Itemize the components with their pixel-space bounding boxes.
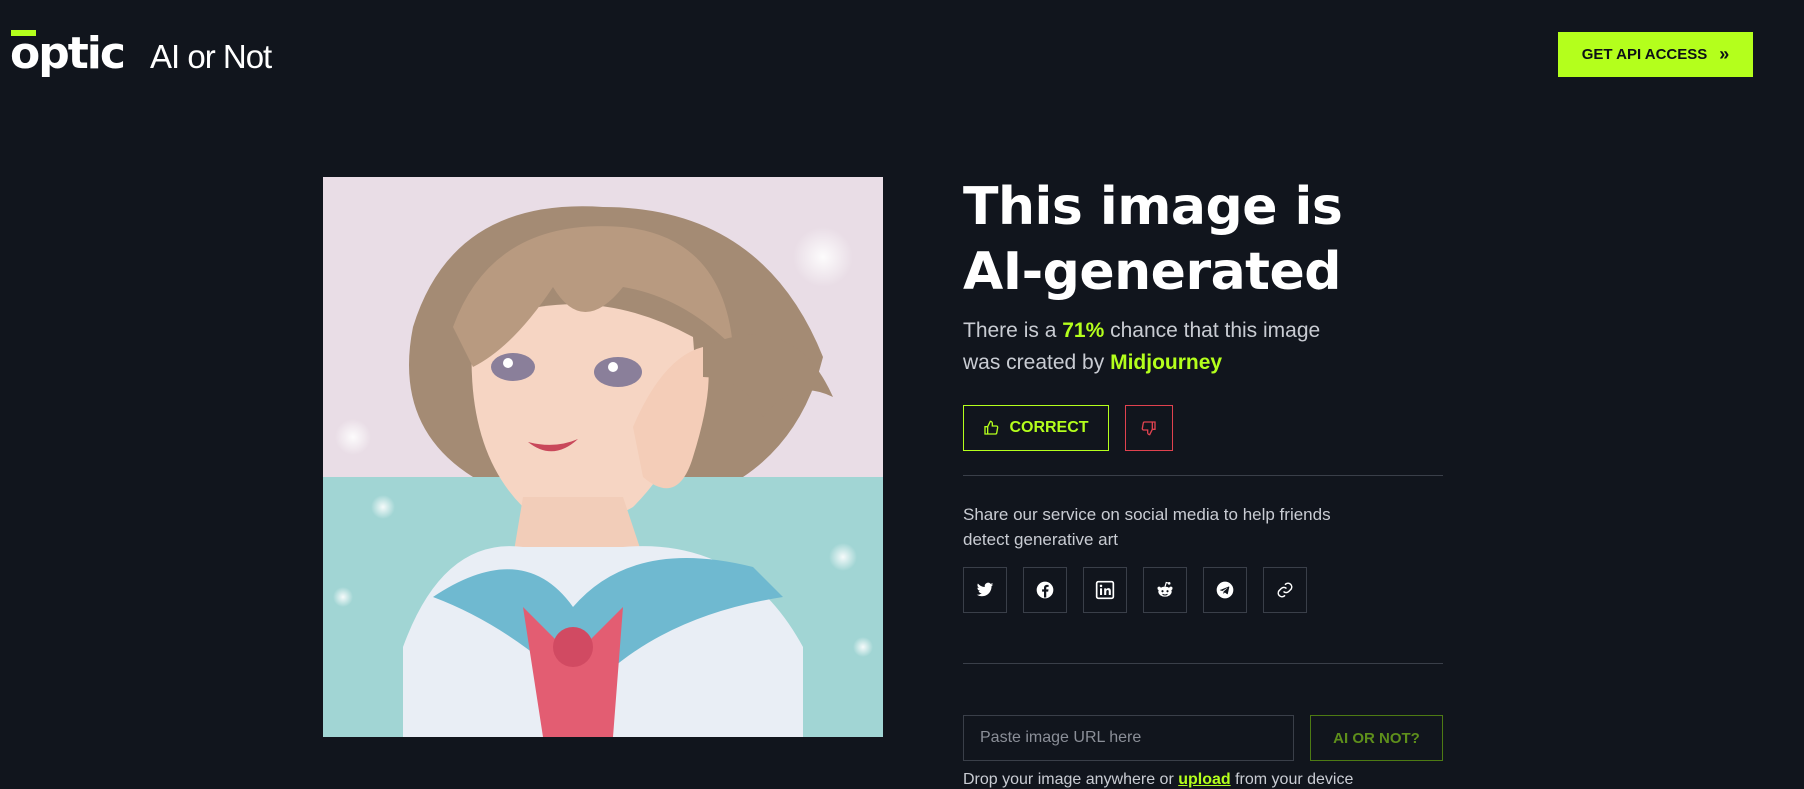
url-check-form: AI OR NOT? [963,715,1443,761]
generator-name: Midjourney [1110,351,1223,374]
image-url-input[interactable] [963,715,1294,761]
ai-percentage: 71% [1062,319,1105,342]
analyzed-image [323,177,883,737]
social-share-buttons [963,567,1443,613]
divider [963,663,1443,664]
telegram-icon [1216,581,1234,599]
thumbs-down-icon [1141,421,1156,436]
correct-button[interactable]: CORRECT [963,405,1109,451]
logo-text: optic [10,28,126,79]
share-reddit-button[interactable] [1143,567,1187,613]
correct-button-label: CORRECT [1009,419,1089,436]
logo[interactable]: optic AI or Not [10,30,272,78]
facebook-icon [1036,581,1054,599]
optic-logo: optic [10,30,127,78]
feedback-buttons: CORRECT [963,405,1443,451]
header: optic AI or Not GET API ACCESS » [0,0,1804,110]
result-panel: This image is AI-generated There is a 71… [963,175,1443,789]
reddit-icon [1157,581,1173,597]
incorrect-button[interactable] [1125,405,1173,451]
result-title: This image is AI-generated [963,177,1343,302]
ai-or-not-button[interactable]: AI OR NOT? [1310,715,1443,761]
share-telegram-button[interactable] [1203,567,1247,613]
share-twitter-button[interactable] [963,567,1007,613]
share-text: Share our service on social media to hel… [963,505,1331,549]
share-linkedin-button[interactable] [1083,567,1127,613]
drop-prefix: Drop your image anywhere or [963,771,1179,788]
double-chevron-right-icon: » [1719,44,1730,64]
thumbs-up-icon [984,420,999,435]
result-description: There is a 71% chance that this image wa… [963,315,1343,379]
get-api-access-button[interactable]: GET API ACCESS » [1558,32,1753,77]
desc-prefix: There is a [963,319,1063,342]
app-name: AI or Not [150,38,272,75]
upload-link[interactable]: upload [1178,771,1230,788]
drop-suffix: from your device [1230,771,1354,788]
twitter-icon [976,582,994,597]
linkedin-icon [1095,580,1115,600]
link-icon [1277,582,1293,598]
share-facebook-button[interactable] [1023,567,1067,613]
api-button-label: GET API ACCESS [1581,46,1708,63]
divider [963,475,1443,476]
drop-hint: Drop your image anywhere or upload from … [963,771,1443,789]
copy-link-button[interactable] [1263,567,1307,613]
